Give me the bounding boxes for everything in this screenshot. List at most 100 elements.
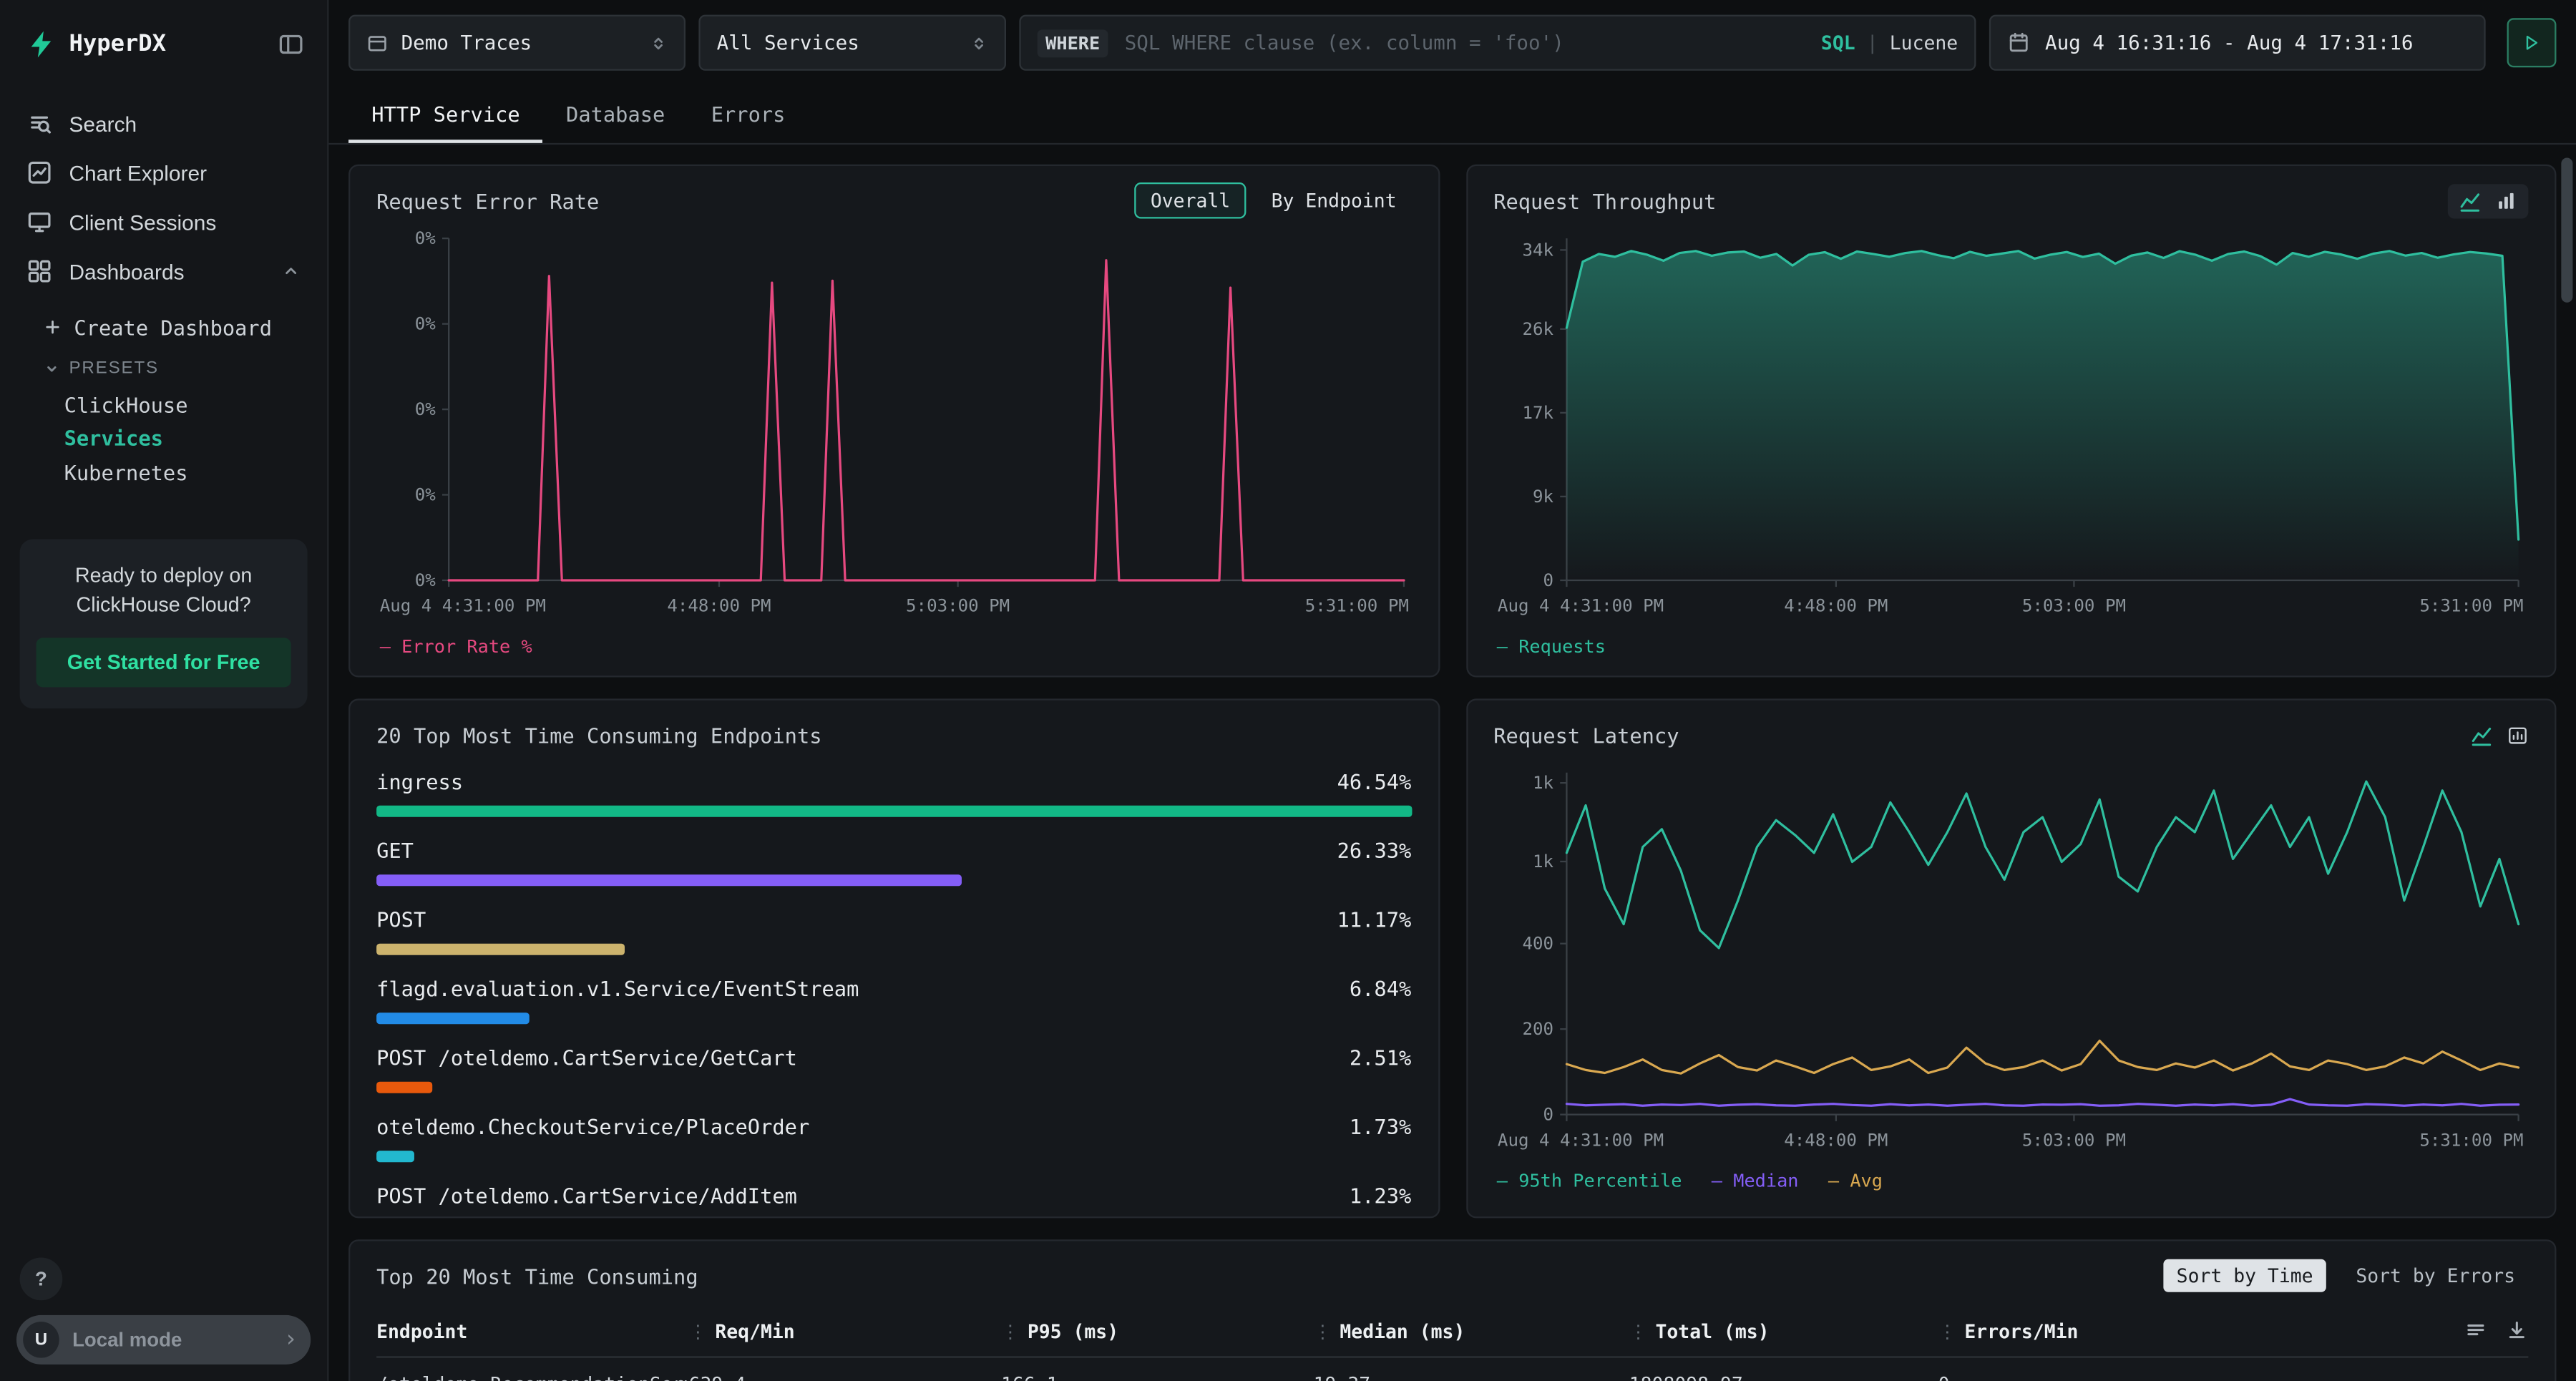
card-title: Request Latency [1493, 723, 1679, 747]
service-select[interactable]: All Services [698, 15, 1006, 71]
source-select[interactable]: Demo Traces [348, 15, 686, 71]
nav-label: Dashboards [69, 259, 184, 283]
endpoint-bar-row-flagd-evaluation-v1-service-eventstream[interactable]: flagd.evaluation.v1.Service/EventStream6… [376, 977, 1411, 1025]
table-header-row: Endpoint⋮Req/Min⋮P95 (ms)⋮Median (ms)⋮To… [376, 1320, 2528, 1358]
search-where-box[interactable]: WHERE SQL | Lucene [1019, 15, 1976, 71]
tab-bar: HTTP Service Database Errors [328, 85, 2576, 145]
sidebar-item-kubernetes[interactable]: Kubernetes [43, 455, 327, 489]
column-grip-icon[interactable]: ⋮ [1001, 1321, 1019, 1342]
sort-by-errors-button[interactable]: Sort by Errors [2343, 1259, 2528, 1292]
column-header-req-min[interactable]: ⋮Req/Min [689, 1320, 1002, 1343]
sidebar-item-search[interactable]: Search [0, 99, 327, 148]
column-header-total-ms[interactable]: ⋮Total (ms) [1629, 1320, 1938, 1343]
sidebar-collapse-icon[interactable] [278, 31, 304, 58]
table-body: /oteldemo.RecommendationServ639.4166.119… [376, 1358, 2528, 1381]
select-chevrons-icon [649, 32, 667, 54]
by-endpoint-toggle-button[interactable]: By Endpoint [1257, 184, 1411, 217]
column-header-label: Errors/Min [1964, 1320, 2078, 1343]
card-title: Request Throughput [1493, 188, 1716, 213]
endpoint-bar-row-oteldemo-checkoutservice-placeorder[interactable]: oteldemo.CheckoutService/PlaceOrder1.73% [376, 1115, 1411, 1163]
lucene-mode-button[interactable]: Lucene [1890, 31, 1958, 54]
column-header-errors-min[interactable]: ⋮ Errors/Min [1938, 1320, 2529, 1343]
endpoint-bar-row-get[interactable]: GET26.33% [376, 839, 1411, 887]
user-menu[interactable]: U Local mode › [16, 1315, 311, 1365]
endpoint-label: GET [376, 839, 414, 865]
column-grip-icon[interactable]: ⋮ [1314, 1321, 1332, 1342]
language-divider: | [1867, 31, 1878, 54]
column-header-endpoint[interactable]: Endpoint [376, 1320, 689, 1343]
download-icon[interactable] [2505, 1319, 2528, 1342]
select-chevrons-icon [970, 32, 987, 54]
endpoint-percentage: 6.84% [1350, 977, 1411, 1003]
chart-type-switcher [2448, 183, 2529, 218]
chart-type-switcher [2471, 724, 2528, 746]
svg-text:17k: 17k [1521, 403, 1553, 423]
svg-text:5:31:00 PM: 5:31:00 PM [1305, 596, 1409, 616]
tab-http-service[interactable]: HTTP Service [348, 85, 543, 142]
table-cell: 639.4 [689, 1372, 1002, 1380]
endpoint-label: POST /oteldemo.CartService/GetCart [376, 1045, 797, 1072]
sidebar-item-clickhouse[interactable]: ClickHouse [43, 388, 327, 421]
endpoint-label: ingress [376, 769, 463, 796]
run-query-button[interactable] [2507, 18, 2557, 67]
svg-text:0%: 0% [415, 228, 436, 248]
column-header-median-ms[interactable]: ⋮Median (ms) [1314, 1320, 1629, 1343]
endpoint-bar-row-post-oteldemo-cartservice-additem[interactable]: POST /oteldemo.CartService/AddItem1.23% [376, 1184, 1411, 1218]
svg-text:5:03:00 PM: 5:03:00 PM [906, 596, 1010, 616]
sidebar-item-chart-explorer[interactable]: Chart Explorer [0, 148, 327, 197]
table-cell: 0 [1938, 1372, 2529, 1380]
query-language-switch: SQL | Lucene [1821, 31, 1958, 54]
sidebar-footer: ? U Local mode › [16, 1258, 311, 1365]
endpoint-label: POST /oteldemo.CartService/AddItem [376, 1184, 797, 1210]
line-chart-icon[interactable] [2471, 724, 2492, 746]
column-grip-icon[interactable]: ⋮ [689, 1321, 707, 1342]
table-cell: 1808098.97 [1629, 1372, 1938, 1380]
help-button[interactable]: ? [20, 1258, 63, 1301]
chevron-right-icon: › [283, 1328, 297, 1351]
endpoint-bar-row-post[interactable]: POST11.17% [376, 907, 1411, 955]
endpoint-label: oteldemo.CheckoutService/PlaceOrder [376, 1115, 809, 1141]
endpoint-percentage: 2.51% [1350, 1045, 1411, 1072]
sql-mode-button[interactable]: SQL [1821, 31, 1855, 54]
columns-icon[interactable] [2464, 1319, 2487, 1342]
create-dashboard-button[interactable]: Create Dashboard [43, 306, 327, 348]
sidebar-item-client-sessions[interactable]: Client Sessions [0, 197, 327, 247]
scrollbar[interactable] [2561, 158, 2572, 1368]
svg-text:5:31:00 PM: 5:31:00 PM [2419, 596, 2522, 616]
tab-database[interactable]: Database [543, 85, 688, 142]
scrollbar-thumb[interactable] [2561, 158, 2572, 303]
endpoint-bar-row-ingress[interactable]: ingress46.54% [376, 769, 1411, 817]
nav-label: Chart Explorer [69, 160, 207, 185]
line-chart-icon[interactable] [2459, 190, 2481, 211]
histogram-chart-icon[interactable] [2507, 724, 2529, 746]
tab-errors[interactable]: Errors [688, 85, 809, 142]
bar-chart-icon[interactable] [2495, 190, 2517, 211]
sidebar-item-services[interactable]: Services [43, 421, 327, 455]
column-grip-icon[interactable]: ⋮ [1938, 1321, 1956, 1342]
svg-text:5:31:00 PM: 5:31:00 PM [2419, 1130, 2522, 1150]
column-grip-icon[interactable]: ⋮ [1629, 1321, 1647, 1342]
sort-by-time-button[interactable]: Sort by Time [2163, 1259, 2326, 1292]
promo-text-line1: Ready to deploy on [36, 560, 291, 590]
search-input[interactable] [1121, 29, 1807, 56]
overall-toggle-button[interactable]: Overall [1134, 182, 1246, 219]
endpoint-label: POST [376, 907, 426, 934]
sidebar-item-dashboards[interactable]: Dashboards [0, 247, 327, 296]
table-row[interactable]: /oteldemo.RecommendationServ639.4166.119… [376, 1358, 2528, 1381]
presets-toggle[interactable]: PRESETS [43, 348, 327, 388]
source-icon [366, 32, 388, 54]
legend-requests: — Requests [1497, 636, 1606, 658]
top-endpoints-card: 20 Top Most Time Consuming Endpoints ing… [348, 698, 1439, 1218]
get-started-button[interactable]: Get Started for Free [36, 638, 291, 687]
svg-text:400: 400 [1521, 934, 1553, 954]
card-title: Request Error Rate [376, 188, 599, 213]
endpoint-bar-row-post-oteldemo-cartservice-getcart[interactable]: POST /oteldemo.CartService/GetCart 2.51% [376, 1045, 1411, 1093]
dashboards-subnav: Create Dashboard PRESETS ClickHouse Serv… [0, 296, 327, 489]
sidebar-nav: Search Chart Explorer Client Sessions Da… [0, 89, 327, 296]
legend-median: — Median [1712, 1171, 1799, 1192]
date-range-picker[interactable]: Aug 4 16:31:16 - Aug 4 17:31:16 [1989, 15, 2486, 71]
dashboard-content: Request Error Rate Overall By Endpoint 0… [328, 145, 2576, 1381]
column-header-p95-ms[interactable]: ⋮P95 (ms) [1001, 1320, 1314, 1343]
svg-text:34k: 34k [1521, 240, 1553, 260]
table-cell: 19.37 [1314, 1372, 1629, 1380]
